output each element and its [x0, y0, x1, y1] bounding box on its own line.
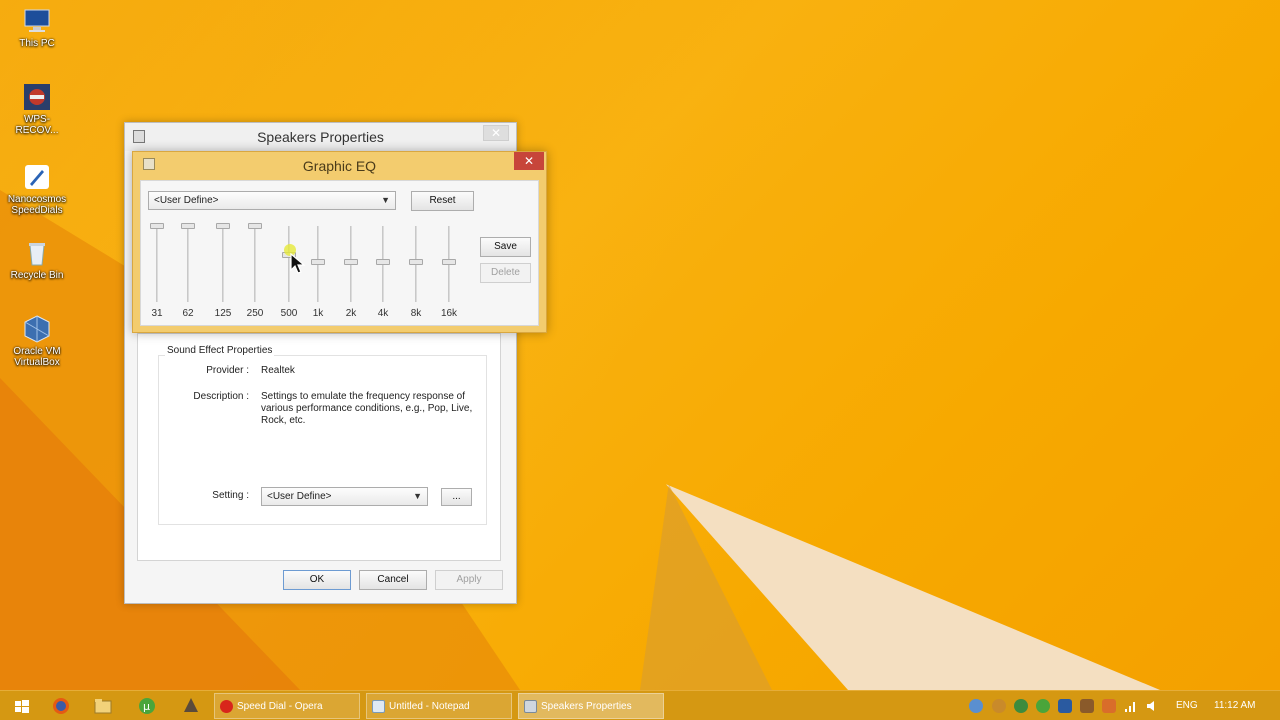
slider-track: [222, 226, 224, 302]
eq-save-button[interactable]: Save: [480, 237, 531, 257]
svg-text:µ: µ: [143, 700, 150, 713]
desktop-icon-label: WPS-RECOV...: [15, 114, 59, 136]
cancel-button[interactable]: Cancel: [359, 570, 427, 590]
desktop-icon-label: This PC: [19, 38, 55, 49]
desktop: This PC WPS-RECOV... Nanocosmos SpeedDia…: [0, 0, 1280, 690]
recycle-bin-icon: [22, 238, 52, 268]
language-indicator[interactable]: ENG: [1176, 700, 1198, 711]
taskbar: µ Speed Dial - Opera Untitled - Notepad …: [0, 690, 1280, 720]
provider-value: Realtek: [261, 365, 295, 376]
setting-dropdown-value: <User Define>: [267, 491, 332, 502]
desktop-icon-virtualbox[interactable]: Oracle VM VirtualBox: [4, 314, 70, 368]
tray-app-icon[interactable]: [992, 699, 1006, 713]
eq-band-2k[interactable]: 2k: [341, 222, 361, 322]
taskbar-task-notepad[interactable]: Untitled - Notepad: [366, 693, 512, 719]
ok-button[interactable]: OK: [283, 570, 351, 590]
taskbar-app-icon[interactable]: [180, 695, 202, 717]
slider-thumb[interactable]: [376, 259, 390, 265]
close-button[interactable]: ✕: [483, 125, 509, 141]
eq-band-1k[interactable]: 1k: [308, 222, 328, 322]
eq-preset-value: <User Define>: [154, 195, 219, 206]
start-button[interactable]: [6, 696, 32, 716]
slider-track: [187, 226, 189, 302]
slider-thumb[interactable]: [344, 259, 358, 265]
eq-preset-dropdown[interactable]: <User Define> ▼: [148, 191, 396, 210]
description-value: Settings to emulate the frequency respon…: [261, 391, 473, 426]
taskbar-utorrent-icon[interactable]: µ: [136, 695, 158, 717]
task-label: Speakers Properties: [541, 701, 632, 712]
window-title: Speakers Properties: [257, 129, 384, 145]
eq-band-label: 62: [182, 308, 194, 319]
slider-thumb[interactable]: [216, 223, 230, 229]
eq-band-125[interactable]: 125: [213, 222, 233, 322]
desktop-icon-label: Oracle VM VirtualBox: [13, 346, 61, 368]
eq-reset-button[interactable]: Reset: [411, 191, 474, 211]
task-label: Untitled - Notepad: [389, 701, 470, 712]
tray-shield-icon[interactable]: [1058, 699, 1072, 713]
eq-close-button[interactable]: ✕: [514, 152, 544, 170]
slider-track: [254, 226, 256, 302]
eq-band-62[interactable]: 62: [178, 222, 198, 322]
tray-volume-icon[interactable]: [1146, 699, 1160, 713]
notepad-icon: [372, 700, 385, 713]
chevron-down-icon: ▼: [413, 491, 422, 501]
desktop-icon-wps[interactable]: WPS-RECOV...: [4, 82, 70, 136]
slider-thumb[interactable]: [442, 259, 456, 265]
tray-utorrent-icon[interactable]: [1036, 699, 1050, 713]
desktop-icon-label: Nanocosmos SpeedDials: [7, 194, 67, 216]
eq-band-16k[interactable]: 16k: [439, 222, 459, 322]
setting-label: Setting :: [212, 490, 249, 501]
eq-band-label: 16k: [440, 308, 458, 319]
setting-more-button[interactable]: ...: [441, 488, 472, 506]
desktop-icon-speeddials[interactable]: Nanocosmos SpeedDials: [4, 162, 70, 216]
mouse-cursor: [283, 244, 307, 276]
tray-flag-icon[interactable]: [1102, 699, 1116, 713]
opera-icon: [220, 700, 233, 713]
close-icon: ✕: [523, 154, 535, 168]
slider-track: [156, 226, 158, 302]
taskbar-task-opera[interactable]: Speed Dial - Opera: [214, 693, 360, 719]
taskbar-explorer-icon[interactable]: [92, 695, 114, 717]
slider-thumb[interactable]: [409, 259, 423, 265]
tray-network-bars-icon[interactable]: [1124, 699, 1138, 713]
chevron-down-icon: ▼: [381, 195, 390, 205]
desktop-icon-label: Recycle Bin: [10, 270, 64, 281]
close-icon: ✕: [490, 126, 502, 140]
setting-dropdown[interactable]: <User Define> ▼: [261, 487, 428, 506]
windows-icon: [15, 700, 29, 713]
slider-thumb[interactable]: [181, 223, 195, 229]
eq-title-bar: Graphic EQ ✕: [133, 152, 546, 178]
eq-window-title: Graphic EQ: [302, 158, 377, 174]
desktop-icon-recycle-bin[interactable]: Recycle Bin: [4, 238, 70, 281]
provider-label: Provider :: [206, 365, 249, 376]
apply-button[interactable]: Apply: [435, 570, 503, 590]
slider-thumb[interactable]: [248, 223, 262, 229]
tray-arrow-icon[interactable]: [1080, 699, 1094, 713]
taskbar-task-speakers[interactable]: Speakers Properties: [518, 693, 664, 719]
eq-band-31[interactable]: 31: [147, 222, 167, 322]
desktop-icon-this-pc[interactable]: This PC: [4, 6, 70, 49]
title-bar: Speakers Properties ✕: [125, 123, 516, 151]
clock[interactable]: 11:12 AM: [1214, 700, 1256, 711]
tray-chrome-icon[interactable]: [1014, 699, 1028, 713]
eq-delete-button[interactable]: Delete: [480, 263, 531, 283]
eq-band-250[interactable]: 250: [245, 222, 265, 322]
description-label: Description :: [193, 391, 249, 402]
slider-thumb[interactable]: [311, 259, 325, 265]
speaker-icon: [524, 700, 537, 713]
computer-icon: [22, 6, 52, 36]
eq-band-4k[interactable]: 4k: [373, 222, 393, 322]
virtualbox-icon: [22, 314, 52, 344]
app-icon: [22, 82, 52, 112]
eq-band-8k[interactable]: 8k: [406, 222, 426, 322]
tray-network-icon[interactable]: [969, 699, 983, 713]
task-label: Speed Dial - Opera: [237, 701, 323, 712]
taskbar-firefox-icon[interactable]: [50, 695, 72, 717]
speed-dial-icon: [22, 162, 52, 192]
slider-thumb[interactable]: [150, 223, 164, 229]
section-label: Sound Effect Properties: [165, 345, 275, 356]
